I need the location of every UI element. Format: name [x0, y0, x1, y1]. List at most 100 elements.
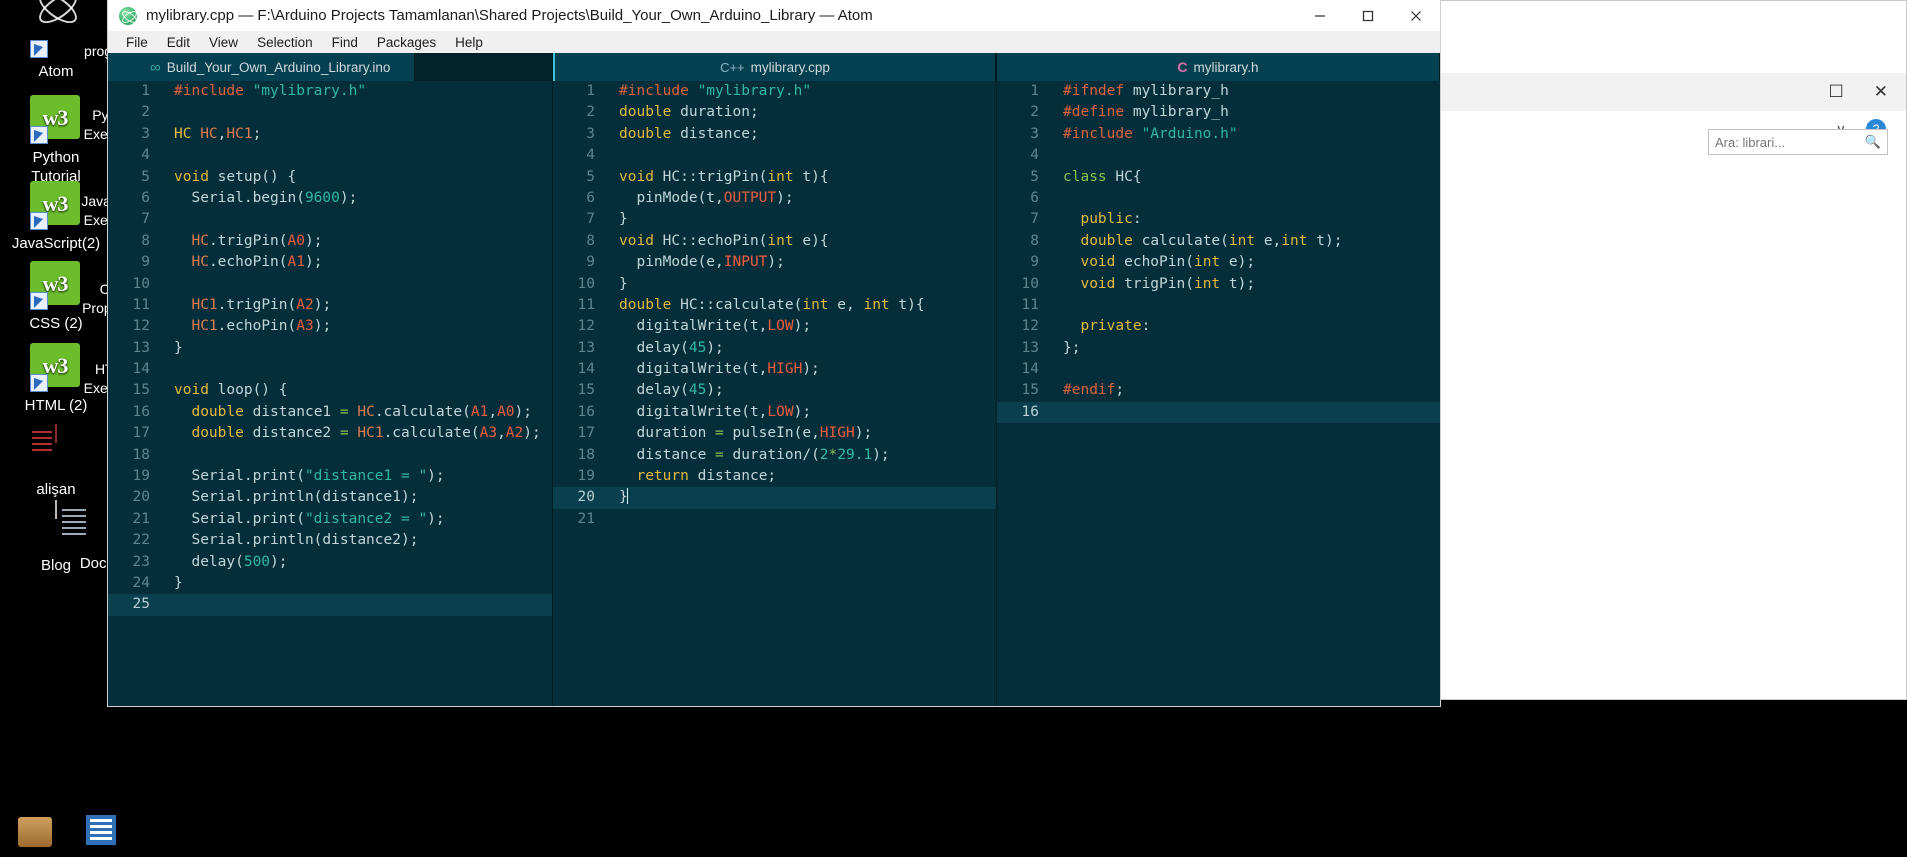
code-line[interactable]: 10	[108, 274, 552, 295]
search-icon[interactable]: 🔍	[1865, 134, 1881, 150]
code-line[interactable]: 17 double distance2 = HC1.calculate(A3,A…	[108, 423, 552, 444]
menu-item-view[interactable]: View	[201, 33, 246, 52]
code-line[interactable]: 8 void HC::echoPin(int e){	[553, 231, 996, 252]
line-number: 7	[1030, 211, 1039, 228]
code-line[interactable]: 4	[997, 145, 1440, 166]
code-line[interactable]: 3 double distance;	[553, 124, 996, 145]
code-line[interactable]: 1 #include "mylibrary.h"	[553, 81, 996, 102]
code-line[interactable]: 24}	[108, 573, 552, 594]
code-line[interactable]: 8 HC.trigPin(A0);	[108, 231, 552, 252]
code-line[interactable]: 5 void HC::trigPin(int t){	[553, 167, 996, 188]
code-line[interactable]: 9 void echoPin(int e);	[997, 252, 1440, 273]
line-number: 16	[1021, 403, 1039, 420]
code-line[interactable]: 20 Serial.println(distance1);	[108, 487, 552, 508]
code-line[interactable]: 18 distance = duration/(2*29.1);	[553, 445, 996, 466]
code-line[interactable]: 9 HC.echoPin(A1);	[108, 252, 552, 273]
code-line[interactable]: 14	[997, 359, 1440, 380]
code-line[interactable]: 12 private:	[997, 316, 1440, 337]
code-line[interactable]: 12 digitalWrite(t,LOW);	[553, 316, 996, 337]
code-line[interactable]: 15 void loop() {	[108, 380, 552, 401]
arduino-infinity-icon: ∞	[150, 58, 161, 76]
background-window[interactable]: ☐ ✕ ∨ ? Ara: librari... 🔍	[1440, 0, 1907, 700]
code-line[interactable]: 1 #include "mylibrary.h"	[108, 81, 552, 102]
code-line[interactable]: 16 double distance1 = HC.calculate(A1,A0…	[108, 402, 552, 423]
menu-item-help[interactable]: Help	[447, 33, 491, 52]
code-line[interactable]: 2 #define mylibrary_h	[997, 102, 1440, 123]
code-line[interactable]: 11	[997, 295, 1440, 316]
code-line[interactable]: 9 pinMode(e,INPUT);	[553, 252, 996, 273]
code-line[interactable]: 21 Serial.print("distance2 = ");	[108, 509, 552, 530]
code-line[interactable]: 3 #include "Arduino.h"	[997, 124, 1440, 145]
code-line[interactable]: 14	[108, 359, 552, 380]
menu-item-find[interactable]: Find	[324, 33, 366, 52]
code-editor-h[interactable]: 1 #ifndef mylibrary_h 2 #define mylibrary_h…	[997, 81, 1440, 706]
code-line[interactable]: 19 return distance;	[553, 466, 996, 487]
minimize-button[interactable]	[1296, 0, 1344, 31]
code-line[interactable]: 6 pinMode(t,OUTPUT);	[553, 188, 996, 209]
window-title: mylibrary.cpp — F:\Arduino Projects Tama…	[146, 7, 873, 24]
close-button[interactable]	[1392, 0, 1440, 31]
desktop-icon-spreadsheet[interactable]	[86, 815, 116, 845]
code-line[interactable]: 8 double calculate(int e,int t);	[997, 231, 1440, 252]
background-maximize-icon[interactable]: ☐	[1829, 82, 1844, 102]
menu-item-packages[interactable]: Packages	[369, 33, 444, 52]
maximize-button[interactable]	[1344, 0, 1392, 31]
code-text: digitalWrite(t,HIGH);	[619, 361, 820, 378]
code-line[interactable]: 25	[108, 594, 552, 616]
tab-mylibrary-cpp[interactable]: C++ mylibrary.cpp	[553, 53, 996, 81]
atom-window[interactable]: mylibrary.cpp — F:\Arduino Projects Tama…	[108, 0, 1440, 706]
code-line[interactable]: 5 void setup() {	[108, 167, 552, 188]
code-line[interactable]: 6	[997, 188, 1440, 209]
code-line[interactable]: 14 digitalWrite(t,HIGH);	[553, 359, 996, 380]
code-line[interactable]: 15 #endif;	[997, 380, 1440, 401]
code-text: HC.echoPin(A1);	[191, 254, 323, 271]
code-line[interactable]: 11 HC1.trigPin(A2);	[108, 295, 552, 316]
line-number: 6	[1030, 189, 1039, 206]
menu-item-selection[interactable]: Selection	[249, 33, 321, 52]
code-line[interactable]: 18	[108, 445, 552, 466]
code-text: public:	[1080, 211, 1142, 228]
code-line[interactable]: 3 HC HC,HC1;	[108, 124, 552, 145]
code-line[interactable]: 21	[553, 509, 996, 530]
code-line[interactable]: 10}	[553, 274, 996, 295]
code-line[interactable]: 4	[108, 145, 552, 166]
code-line[interactable]: 20}	[553, 487, 996, 509]
line-number: 1	[586, 83, 595, 99]
code-line[interactable]: 15 delay(45);	[553, 380, 996, 401]
tab-label: mylibrary.cpp	[750, 59, 830, 75]
tab-build-your-own-arduino-library-ino[interactable]: ∞ Build_Your_Own_Arduino_Library.ino	[108, 53, 416, 81]
code-line[interactable]: 2	[108, 102, 552, 123]
code-line[interactable]: 5 class HC{	[997, 167, 1440, 188]
code-line[interactable]: 7}	[553, 209, 996, 230]
code-editor-cpp[interactable]: 1 #include "mylibrary.h" 2 double duration;…	[553, 81, 996, 706]
code-line[interactable]: 7	[108, 209, 552, 230]
code-line[interactable]: 2 double duration;	[553, 102, 996, 123]
code-line[interactable]: 7 public:	[997, 209, 1440, 230]
code-line[interactable]: 13};	[997, 338, 1440, 359]
code-line[interactable]: 17 duration = pulseIn(e,HIGH);	[553, 423, 996, 444]
code-line[interactable]: 6 Serial.begin(9600);	[108, 188, 552, 209]
tab-mylibrary-h[interactable]: C mylibrary.h	[997, 53, 1440, 81]
code-line[interactable]: 22 Serial.println(distance2);	[108, 530, 552, 551]
code-line[interactable]: 19 Serial.print("distance1 = ");	[108, 466, 552, 487]
code-line[interactable]: 13 delay(45);	[553, 338, 996, 359]
code-line[interactable]: 13}	[108, 338, 552, 359]
code-editor-ino[interactable]: 1 #include "mylibrary.h" 2 3 HC HC,HC1; 4 5 voi…	[108, 81, 552, 706]
line-number: 5	[586, 168, 595, 185]
line-number: 17	[577, 425, 595, 442]
menu-item-file[interactable]: File	[118, 33, 156, 52]
background-close-icon[interactable]: ✕	[1874, 82, 1888, 102]
code-line[interactable]: 16	[997, 401, 1440, 424]
desktop-icon-folder[interactable]	[18, 817, 52, 847]
background-search-input[interactable]: Ara: librari... 🔍	[1708, 129, 1888, 155]
code-line[interactable]: 11 double HC::calculate(int e, int t){	[553, 295, 996, 316]
tabbar-pane-2: C++ mylibrary.cpp	[553, 53, 996, 81]
code-line[interactable]: 1 #ifndef mylibrary_h	[997, 81, 1440, 102]
code-line[interactable]: 16 digitalWrite(t,LOW);	[553, 402, 996, 423]
menu-item-edit[interactable]: Edit	[159, 33, 198, 52]
code-line[interactable]: 4	[553, 145, 996, 166]
code-line[interactable]: 10 void trigPin(int t);	[997, 274, 1440, 295]
code-line[interactable]: 12 HC1.echoPin(A3);	[108, 316, 552, 337]
desktop-icon-alisan[interactable]: alişan	[0, 424, 112, 499]
code-line[interactable]: 23 delay(500);	[108, 552, 552, 573]
